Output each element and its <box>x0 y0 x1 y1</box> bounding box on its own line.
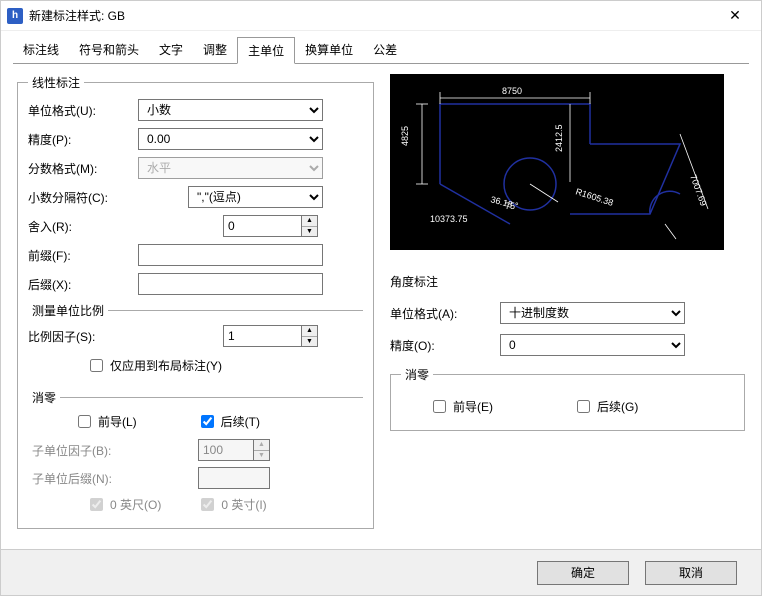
scale-factor-input[interactable] <box>223 325 301 347</box>
footer: 确定 取消 <box>1 549 761 595</box>
cancel-button[interactable]: 取消 <box>645 561 737 585</box>
tab-dimlines[interactable]: 标注线 <box>13 37 69 64</box>
left-column: 线性标注 单位格式(U): 小数 精度(P): 0.00 分数格式(M): 水平… <box>17 74 374 539</box>
layout-only-checkbox[interactable]: 仅应用到布局标注(Y) <box>86 356 222 375</box>
subunit-factor-label: 子单位因子(B): <box>32 442 142 459</box>
angle-trailing-checkbox[interactable]: 后续(G) <box>573 397 638 416</box>
unit-format-select[interactable]: 小数 <box>138 99 323 121</box>
linear-fieldset: 线性标注 单位格式(U): 小数 精度(P): 0.00 分数格式(M): 水平… <box>17 74 374 529</box>
svg-text:8750: 8750 <box>502 86 522 96</box>
angle-precision-select[interactable]: 0 <box>500 334 685 356</box>
tab-fit[interactable]: 调整 <box>193 37 237 64</box>
angle-heading: 角度标注 <box>390 273 745 290</box>
scale-up[interactable]: ▲ <box>302 326 317 337</box>
round-up[interactable]: ▲ <box>302 216 317 227</box>
scale-down[interactable]: ▼ <box>302 337 317 347</box>
subunit-factor-input <box>198 439 253 461</box>
round-stepper[interactable]: ▲▼ <box>223 215 318 237</box>
angle-unit-label: 单位格式(A): <box>390 305 500 322</box>
tab-primary-units[interactable]: 主单位 <box>237 37 295 64</box>
angle-zero-legend: 消零 <box>401 366 433 383</box>
decimal-sep-select[interactable]: ","(逗点) <box>188 186 323 208</box>
linear-legend: 线性标注 <box>28 74 84 91</box>
unit-format-label: 单位格式(U): <box>28 102 138 119</box>
subf-up: ▲ <box>254 440 269 451</box>
ok-button[interactable]: 确定 <box>537 561 629 585</box>
preview-image: 8750 4825 2412.5 R1605.38 36.18 75° 7007… <box>390 74 724 250</box>
content-area: 线性标注 单位格式(U): 小数 精度(P): 0.00 分数格式(M): 水平… <box>1 64 761 549</box>
feet-checkbox: 0 英尺(O) <box>86 495 161 514</box>
svg-text:75°: 75° <box>505 201 519 211</box>
round-input[interactable] <box>223 215 301 237</box>
window-title: 新建标注样式: GB <box>29 7 715 24</box>
precision-select[interactable]: 0.00 <box>138 128 323 150</box>
angle-zero-fieldset: 消零 前导(E) 后续(G) <box>390 366 745 431</box>
subf-down: ▼ <box>254 451 269 461</box>
subunit-suffix-input <box>198 467 270 489</box>
tab-bar: 标注线 符号和箭头 文字 调整 主单位 换算单位 公差 <box>1 31 761 64</box>
svg-text:10373.75: 10373.75 <box>430 214 468 224</box>
decimal-sep-label: 小数分隔符(C): <box>28 189 138 206</box>
svg-text:2412.5: 2412.5 <box>554 124 564 152</box>
fraction-format-label: 分数格式(M): <box>28 160 138 177</box>
scale-factor-label: 比例因子(S): <box>28 328 138 345</box>
prefix-input[interactable] <box>138 244 323 266</box>
angle-leading-checkbox[interactable]: 前导(E) <box>429 397 493 416</box>
dialog-window: h 新建标注样式: GB ✕ 标注线 符号和箭头 文字 调整 主单位 换算单位 … <box>0 0 762 596</box>
zero-legend: 消零 <box>28 389 60 406</box>
subunit-factor-stepper: ▲▼ <box>198 439 270 461</box>
trailing-checkbox[interactable]: 后续(T) <box>197 412 260 431</box>
angle-precision-label: 精度(O): <box>390 337 500 354</box>
tab-alt-units[interactable]: 换算单位 <box>295 37 363 64</box>
scale-factor-stepper[interactable]: ▲▼ <box>223 325 318 347</box>
svg-text:4825: 4825 <box>400 126 410 146</box>
right-column: 8750 4825 2412.5 R1605.38 36.18 75° 7007… <box>390 74 745 539</box>
tab-symbols[interactable]: 符号和箭头 <box>69 37 149 64</box>
close-button[interactable]: ✕ <box>715 2 755 30</box>
angle-unit-select[interactable]: 十进制度数 <box>500 302 685 324</box>
leading-checkbox[interactable]: 前导(L) <box>74 412 137 431</box>
titlebar: h 新建标注样式: GB ✕ <box>1 1 761 31</box>
tab-tolerance[interactable]: 公差 <box>363 37 407 64</box>
round-label: 舍入(R): <box>28 218 138 235</box>
scale-legend: 测量单位比例 <box>28 302 108 319</box>
app-icon: h <box>7 8 23 24</box>
prefix-label: 前缀(F): <box>28 247 138 264</box>
round-down[interactable]: ▼ <box>302 227 317 237</box>
subunit-suffix-label: 子单位后缀(N): <box>32 470 142 487</box>
inches-checkbox: 0 英寸(I) <box>197 495 266 514</box>
suffix-input[interactable] <box>138 273 323 295</box>
fraction-format-select: 水平 <box>138 157 323 179</box>
tab-text[interactable]: 文字 <box>149 37 193 64</box>
precision-label: 精度(P): <box>28 131 138 148</box>
suffix-label: 后缀(X): <box>28 276 138 293</box>
